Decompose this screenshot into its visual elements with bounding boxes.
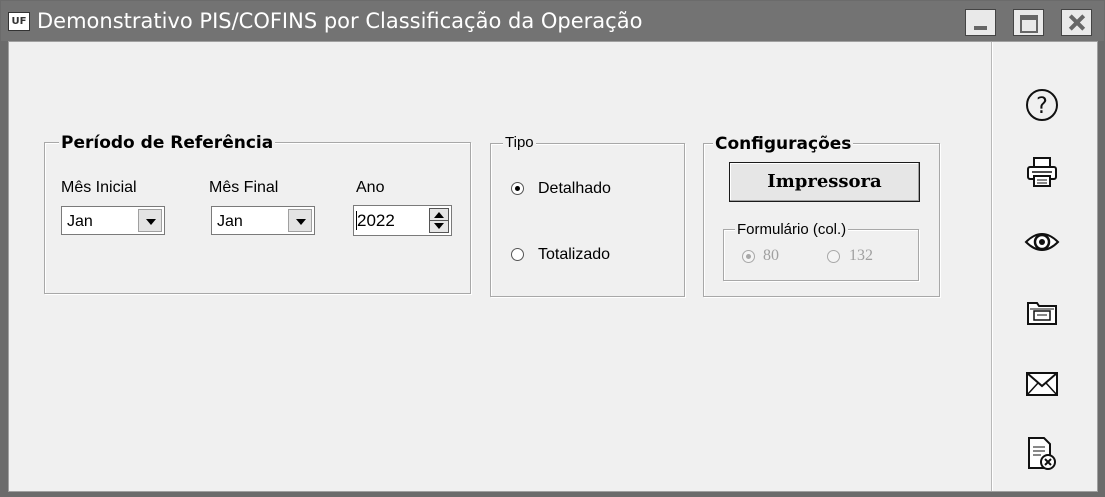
maximize-button[interactable] <box>1013 9 1044 36</box>
right-toolbar: ? <box>991 42 1098 491</box>
email-envelope-icon[interactable] <box>1022 364 1062 404</box>
mes-inicial-value: Jan <box>67 213 93 230</box>
preview-eye-icon[interactable] <box>1022 222 1062 262</box>
ano-label: Ano <box>356 179 385 196</box>
configuracoes-legend: Configurações <box>713 134 854 154</box>
mes-inicial-label: Mês Inicial <box>61 179 137 196</box>
close-document-icon[interactable] <box>1022 434 1062 474</box>
ano-stepper[interactable] <box>429 208 449 233</box>
radio-totalizado[interactable] <box>511 248 524 261</box>
mes-final-select[interactable]: Jan <box>211 206 315 235</box>
periodo-referencia-group: Período de Referência Mês Inicial Mês Fi… <box>44 133 471 294</box>
arrow-up-icon[interactable] <box>434 212 444 218</box>
report-window: UF Demonstrativo PIS/COFINS por Classifi… <box>0 0 1105 497</box>
tipo-legend: Tipo <box>503 134 536 151</box>
radio-detalhado-label[interactable]: Detalhado <box>538 180 611 198</box>
arrow-down-icon[interactable] <box>434 223 444 229</box>
app-icon: UF <box>8 12 30 31</box>
periodo-referencia-legend: Período de Referência <box>59 133 276 153</box>
radio-80-col[interactable] <box>742 250 755 263</box>
mes-inicial-select[interactable]: Jan <box>61 206 165 235</box>
impressora-button[interactable]: Impressora <box>729 162 920 202</box>
printer-icon[interactable] <box>1022 152 1062 192</box>
radio-totalizado-label[interactable]: Totalizado <box>538 246 610 264</box>
mes-final-value: Jan <box>217 213 243 230</box>
close-button[interactable] <box>1061 9 1092 36</box>
print-folder-icon[interactable] <box>1022 292 1062 332</box>
mes-final-label: Mês Final <box>209 179 279 196</box>
svg-text:?: ? <box>1036 94 1048 119</box>
radio-detalhado[interactable] <box>511 182 524 195</box>
radio-80-label: 80 <box>763 247 779 264</box>
radio-132-label: 132 <box>849 247 873 264</box>
tipo-group: Tipo Detalhado Totalizado <box>490 134 685 297</box>
chevron-down-icon[interactable] <box>288 209 312 232</box>
formulario-legend: Formulário (col.) <box>735 221 849 238</box>
window-title: Demonstrativo PIS/COFINS por Classificaç… <box>37 9 643 33</box>
chevron-down-icon[interactable] <box>138 209 162 232</box>
help-icon[interactable]: ? <box>1022 85 1062 125</box>
minimize-button[interactable] <box>965 9 996 36</box>
radio-132-col[interactable] <box>827 250 840 263</box>
ano-spinbox[interactable]: 2022 <box>353 205 452 236</box>
text-caret <box>356 211 357 230</box>
title-bar[interactable]: UF Demonstrativo PIS/COFINS por Classifi… <box>1 1 1104 41</box>
window-client-area: Período de Referência Mês Inicial Mês Fi… <box>8 41 1098 492</box>
formulario-group: Formulário (col.) 80 132 <box>723 221 919 281</box>
ano-value: 2022 <box>357 211 395 230</box>
